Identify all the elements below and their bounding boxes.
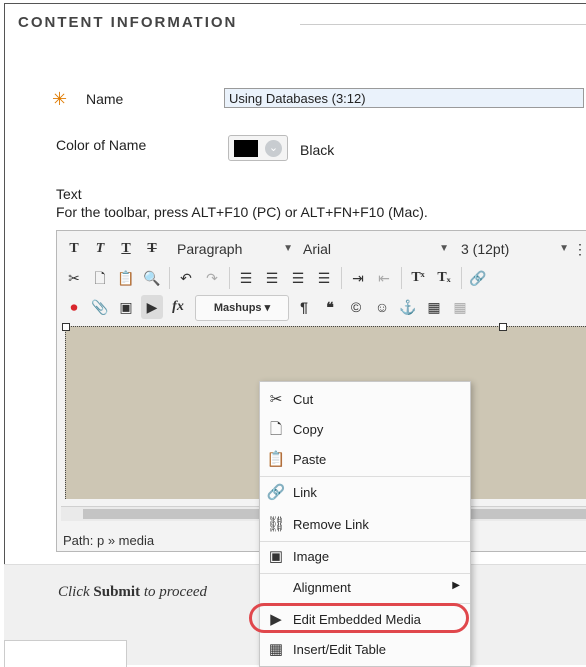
- align-left-icon[interactable]: ☰: [235, 266, 257, 290]
- resize-handle[interactable]: [62, 323, 70, 331]
- mashups-dropdown[interactable]: Mashups ▾: [195, 295, 289, 321]
- menu-item-label: Paste: [293, 452, 327, 467]
- font-dropdown[interactable]: Arial ▼: [297, 237, 453, 261]
- emoji-icon[interactable]: ☺: [371, 295, 393, 319]
- table-props-icon[interactable]: ▦: [449, 295, 471, 319]
- chevron-down-icon: ▼: [559, 243, 569, 254]
- paragraph-mark-icon[interactable]: ¶: [293, 295, 315, 319]
- menu-item-label: Image: [293, 549, 330, 564]
- toolbar-separator: [169, 267, 170, 289]
- hint-bold: Submit: [93, 584, 141, 600]
- underline-icon[interactable]: T: [115, 237, 137, 261]
- paste-icon: 📋: [266, 451, 286, 468]
- indent-icon[interactable]: ⇥: [347, 266, 369, 290]
- color-swatch: [234, 140, 258, 157]
- attach-icon[interactable]: 📎: [89, 295, 111, 319]
- menu-item-paste[interactable]: 📋 Paste: [260, 446, 470, 474]
- color-picker[interactable]: ⌄: [228, 135, 288, 161]
- path-label: Path:: [63, 533, 94, 548]
- resize-handle[interactable]: [499, 323, 507, 331]
- chevron-right-icon: ▶: [452, 580, 460, 591]
- mashups-label: Mashups: [213, 302, 262, 314]
- subscript-icon[interactable]: Tₓ: [433, 266, 455, 290]
- menu-item-remove-link[interactable]: ⛓ Remove Link: [260, 511, 470, 539]
- size-label: 3 (12pt): [461, 241, 510, 257]
- toolbar-separator: [341, 267, 342, 289]
- path-value: p » media: [96, 533, 155, 548]
- link-icon[interactable]: 🔗: [467, 266, 489, 290]
- font-label: Arial: [303, 241, 332, 257]
- superscript-icon[interactable]: Tˣ: [407, 266, 429, 290]
- paragraph-dropdown[interactable]: Paragraph ▼: [171, 237, 297, 261]
- image-icon[interactable]: ▣: [115, 295, 137, 319]
- strikethrough-icon[interactable]: T: [141, 237, 163, 261]
- menu-separator: [260, 476, 470, 477]
- align-center-icon[interactable]: ☰: [261, 266, 283, 290]
- tab-stub: [4, 640, 127, 667]
- scissors-icon: ✂: [269, 391, 283, 408]
- submit-hint: Click Submit to proceed: [58, 584, 207, 601]
- chevron-down-icon: ⌄: [265, 140, 282, 157]
- section-title: CONTENT INFORMATION: [18, 14, 246, 31]
- chevron-down-icon: ▼: [283, 243, 293, 254]
- color-label: Color of Name: [56, 137, 147, 153]
- paste-icon[interactable]: 📋: [115, 266, 137, 290]
- undo-icon[interactable]: ↶: [175, 266, 197, 290]
- table-icon: ▦: [268, 641, 284, 658]
- menu-item-insert-edit-table[interactable]: ▦ Insert/Edit Table: [260, 636, 470, 664]
- chevron-down-icon: ▼: [439, 243, 449, 254]
- media-icon[interactable]: ▶: [141, 295, 163, 319]
- image-icon: ▣: [268, 548, 284, 565]
- italic-icon[interactable]: T: [89, 237, 111, 261]
- menu-item-label: Link: [293, 485, 317, 500]
- redo-icon[interactable]: ↷: [201, 266, 223, 290]
- copy-icon: 🗋: [269, 421, 283, 438]
- menu-item-label: Cut: [293, 392, 314, 407]
- bold-icon[interactable]: T: [63, 237, 85, 261]
- cut-icon[interactable]: ✂: [63, 266, 85, 290]
- toolbar-separator: [461, 267, 462, 289]
- name-input[interactable]: [224, 88, 584, 108]
- align-justify-icon[interactable]: ☰: [313, 266, 335, 290]
- color-value: Black: [300, 142, 335, 158]
- record-icon[interactable]: ⏺: [63, 295, 85, 319]
- menu-item-cut[interactable]: ✂ Cut: [260, 386, 470, 414]
- menu-item-link[interactable]: 🔗 Link: [260, 479, 470, 507]
- menu-item-label: Insert/Edit Table: [293, 642, 386, 657]
- highlight-ring: [249, 603, 469, 633]
- quote-icon[interactable]: ❝: [319, 295, 341, 319]
- outdent-icon[interactable]: ⇤: [373, 266, 395, 290]
- size-dropdown[interactable]: 3 (12pt) ▼: [455, 237, 573, 261]
- menu-item-label: Copy: [293, 422, 324, 437]
- unlink-icon: ⛓: [266, 516, 286, 533]
- toolbar-hint: For the toolbar, press ALT+F10 (PC) or A…: [56, 204, 428, 220]
- menu-item-image[interactable]: ▣ Image: [260, 543, 470, 571]
- menu-separator: [260, 541, 470, 542]
- copyright-icon[interactable]: ©: [345, 295, 367, 319]
- hint-prefix: Click: [58, 584, 94, 600]
- paragraph-label: Paragraph: [177, 241, 243, 257]
- editor-path: Path: p » media: [63, 533, 154, 548]
- copy-icon[interactable]: 🗋: [89, 266, 111, 290]
- menu-item-alignment[interactable]: Alignment ▶: [260, 574, 470, 602]
- anchor-icon[interactable]: ⚓: [397, 295, 419, 319]
- menu-item-copy[interactable]: 🗋 Copy: [260, 416, 470, 444]
- hint-suffix: to proceed: [140, 584, 208, 600]
- formula-icon[interactable]: fx: [167, 295, 189, 319]
- find-icon[interactable]: 🔍: [141, 266, 163, 290]
- name-label: Name: [86, 91, 124, 107]
- required-star-icon: ✳: [52, 89, 68, 109]
- toolbar-separator: [229, 267, 230, 289]
- section-divider: [300, 24, 586, 25]
- more-icon[interactable]: ⋮: [573, 237, 586, 261]
- table-icon[interactable]: ▦: [423, 295, 445, 319]
- text-label: Text: [56, 186, 82, 202]
- menu-item-label: Alignment: [293, 580, 351, 595]
- link-icon: 🔗: [266, 484, 286, 501]
- align-right-icon[interactable]: ☰: [287, 266, 309, 290]
- toolbar-separator: [401, 267, 402, 289]
- menu-item-label: Remove Link: [293, 517, 369, 532]
